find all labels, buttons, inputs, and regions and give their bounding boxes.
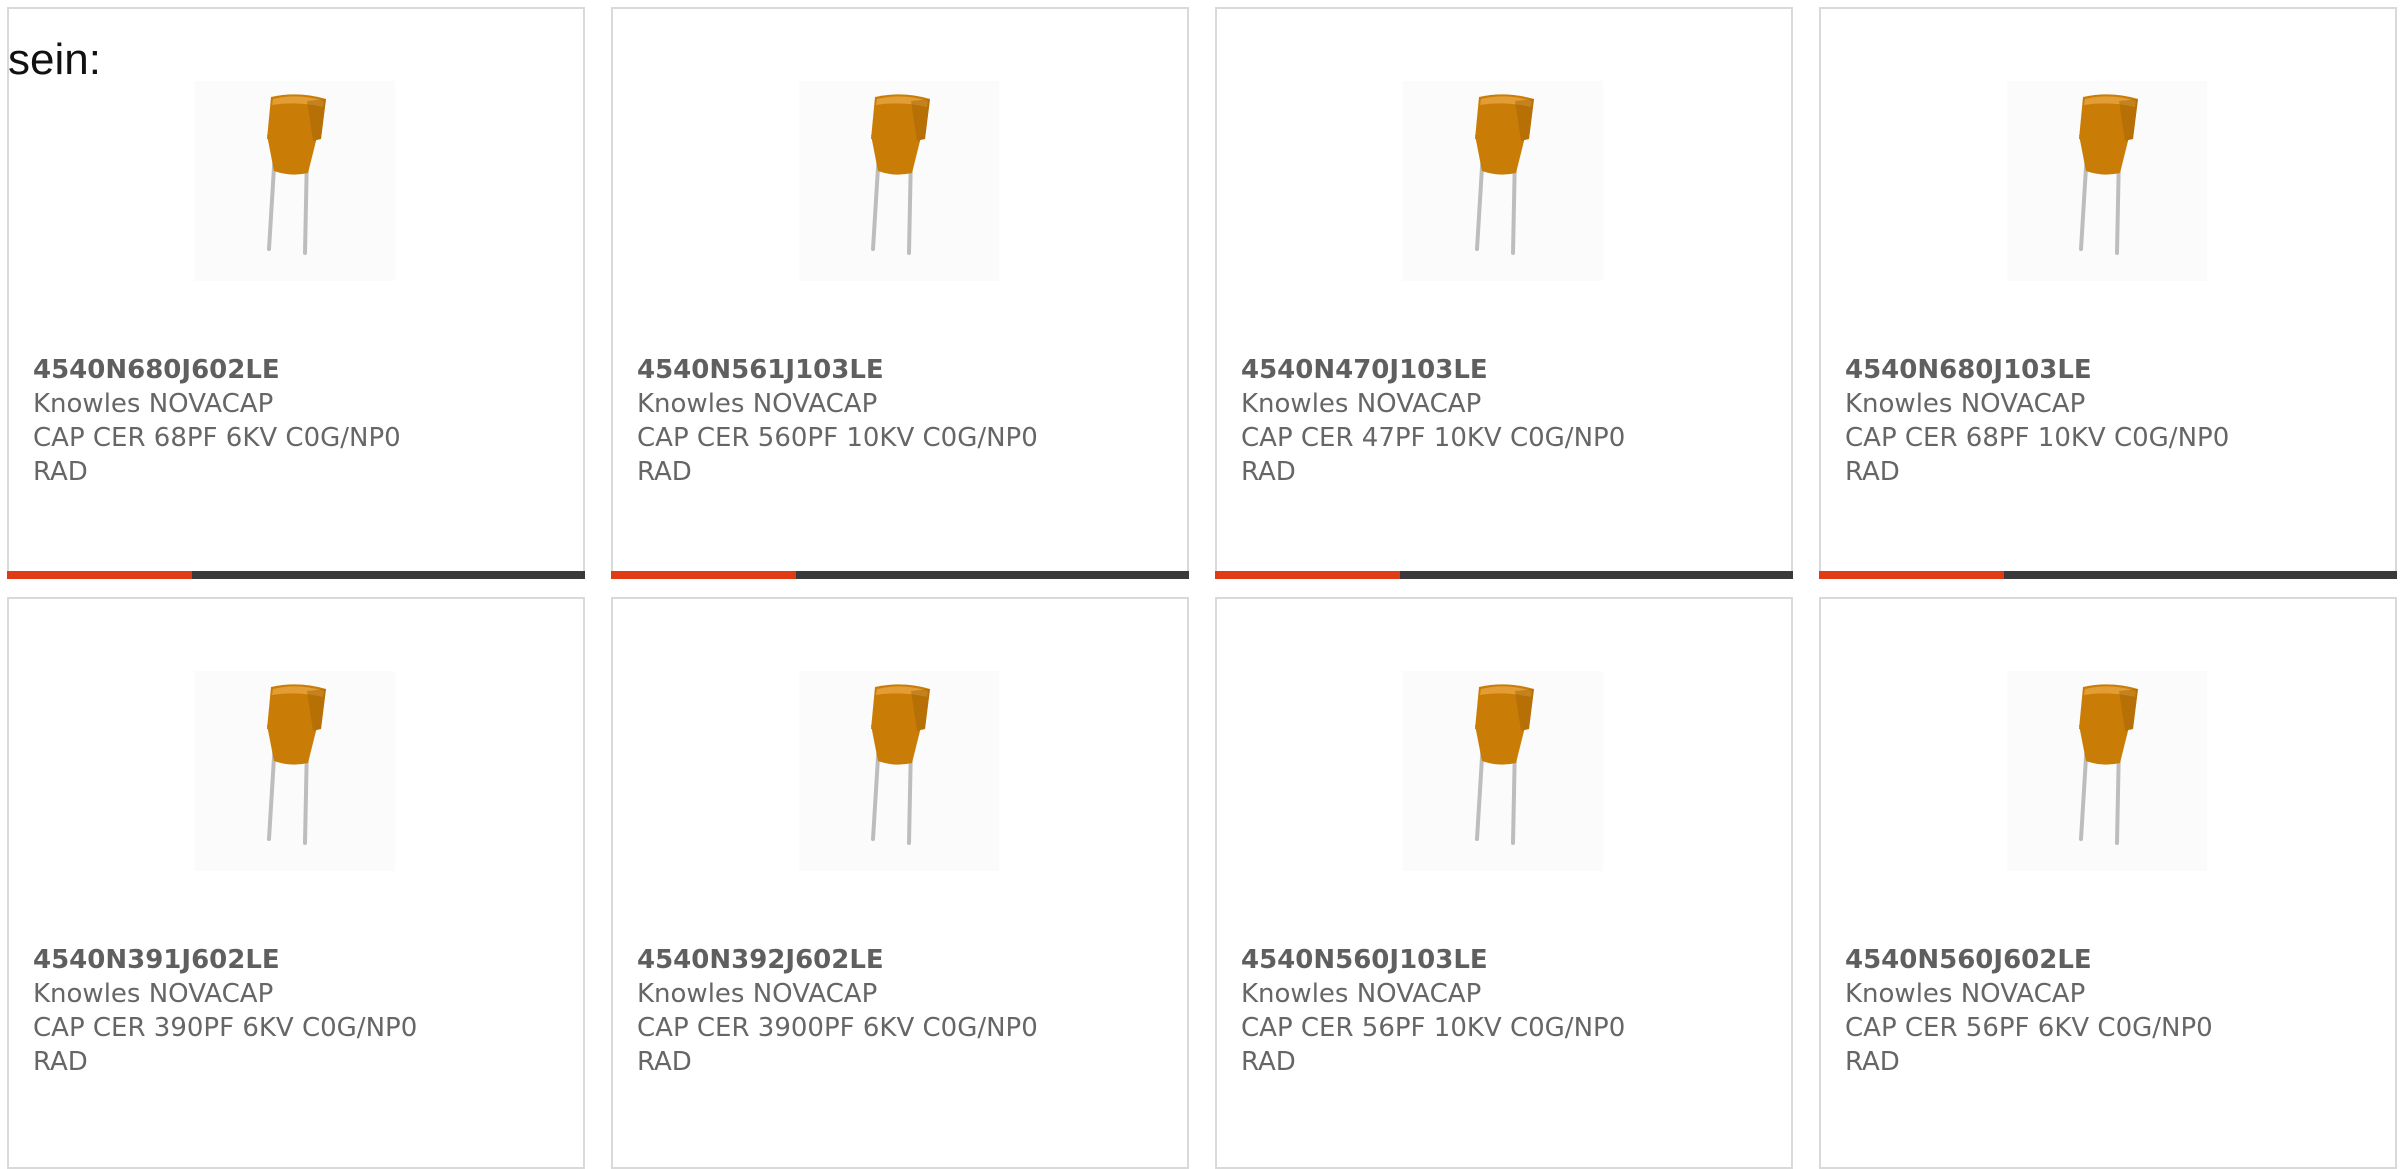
progress-bar xyxy=(1819,571,2397,579)
product-info: 4540N561J103LE Knowles NOVACAP CAP CER 5… xyxy=(637,353,1057,489)
product-info: 4540N560J103LE Knowles NOVACAP CAP CER 5… xyxy=(1241,943,1661,1079)
product-card[interactable]: 4540N392J602LE Knowles NOVACAP CAP CER 3… xyxy=(611,597,1189,1169)
progress-bar-fill xyxy=(1819,571,2004,579)
product-description: CAP CER 560PF 10KV C0G/NP0 RAD xyxy=(637,423,1038,487)
progress-bar-fill xyxy=(611,571,796,579)
product-description: CAP CER 56PF 10KV C0G/NP0 RAD xyxy=(1241,1013,1626,1077)
product-card[interactable]: 4540N391J602LE Knowles NOVACAP CAP CER 3… xyxy=(7,597,585,1169)
product-description: CAP CER 47PF 10KV C0G/NP0 RAD xyxy=(1241,423,1626,487)
manufacturer: Knowles NOVACAP xyxy=(33,389,274,419)
product-info: 4540N392J602LE Knowles NOVACAP CAP CER 3… xyxy=(637,943,1057,1079)
manufacturer: Knowles NOVACAP xyxy=(33,979,274,1009)
progress-bar-fill xyxy=(1215,571,1400,579)
product-description: CAP CER 68PF 6KV C0G/NP0 RAD xyxy=(33,423,401,487)
part-number: 4540N391J602LE xyxy=(33,945,280,975)
product-description: CAP CER 390PF 6KV C0G/NP0 RAD xyxy=(33,1013,418,1077)
product-description: CAP CER 68PF 10KV C0G/NP0 RAD xyxy=(1845,423,2230,487)
product-info: 4540N680J103LE Knowles NOVACAP CAP CER 6… xyxy=(1845,353,2265,489)
part-number: 4540N470J103LE xyxy=(1241,355,1488,385)
manufacturer: Knowles NOVACAP xyxy=(1241,979,1482,1009)
product-info: 4540N560J602LE Knowles NOVACAP CAP CER 5… xyxy=(1845,943,2265,1079)
product-info: 4540N391J602LE Knowles NOVACAP CAP CER 3… xyxy=(33,943,453,1079)
product-card[interactable]: 4540N561J103LE Knowles NOVACAP CAP CER 5… xyxy=(611,7,1189,579)
product-grid: 4540N680J602LE Knowles NOVACAP CAP CER 6… xyxy=(7,7,2397,1169)
product-card[interactable]: 4540N470J103LE Knowles NOVACAP CAP CER 4… xyxy=(1215,7,1793,579)
part-number: 4540N561J103LE xyxy=(637,355,884,385)
lead-text: sein: xyxy=(8,35,101,84)
part-number: 4540N680J103LE xyxy=(1845,355,2092,385)
part-number: 4540N680J602LE xyxy=(33,355,280,385)
manufacturer: Knowles NOVACAP xyxy=(1845,389,2086,419)
product-info: 4540N470J103LE Knowles NOVACAP CAP CER 4… xyxy=(1241,353,1661,489)
radial-ceramic-capacitor-icon xyxy=(2007,81,2207,281)
radial-ceramic-capacitor-icon xyxy=(1403,671,1603,871)
radial-ceramic-capacitor-icon xyxy=(799,671,999,871)
progress-bar xyxy=(1215,571,1793,579)
progress-bar-fill xyxy=(7,571,192,579)
progress-bar xyxy=(611,571,1189,579)
product-card[interactable]: 4540N560J103LE Knowles NOVACAP CAP CER 5… xyxy=(1215,597,1793,1169)
part-number: 4540N560J103LE xyxy=(1241,945,1488,975)
radial-ceramic-capacitor-icon xyxy=(195,671,395,871)
manufacturer: Knowles NOVACAP xyxy=(1845,979,2086,1009)
radial-ceramic-capacitor-icon xyxy=(1403,81,1603,281)
radial-ceramic-capacitor-icon xyxy=(799,81,999,281)
radial-ceramic-capacitor-icon xyxy=(195,81,395,281)
progress-bar xyxy=(7,571,585,579)
radial-ceramic-capacitor-icon xyxy=(2007,671,2207,871)
product-info: 4540N680J602LE Knowles NOVACAP CAP CER 6… xyxy=(33,353,453,489)
manufacturer: Knowles NOVACAP xyxy=(1241,389,1482,419)
part-number: 4540N560J602LE xyxy=(1845,945,2092,975)
manufacturer: Knowles NOVACAP xyxy=(637,389,878,419)
product-card[interactable]: 4540N680J103LE Knowles NOVACAP CAP CER 6… xyxy=(1819,7,2397,579)
product-card[interactable]: 4540N560J602LE Knowles NOVACAP CAP CER 5… xyxy=(1819,597,2397,1169)
product-description: CAP CER 3900PF 6KV C0G/NP0 RAD xyxy=(637,1013,1038,1077)
product-description: CAP CER 56PF 6KV C0G/NP0 RAD xyxy=(1845,1013,2213,1077)
part-number: 4540N392J602LE xyxy=(637,945,884,975)
product-card[interactable]: 4540N680J602LE Knowles NOVACAP CAP CER 6… xyxy=(7,7,585,579)
manufacturer: Knowles NOVACAP xyxy=(637,979,878,1009)
